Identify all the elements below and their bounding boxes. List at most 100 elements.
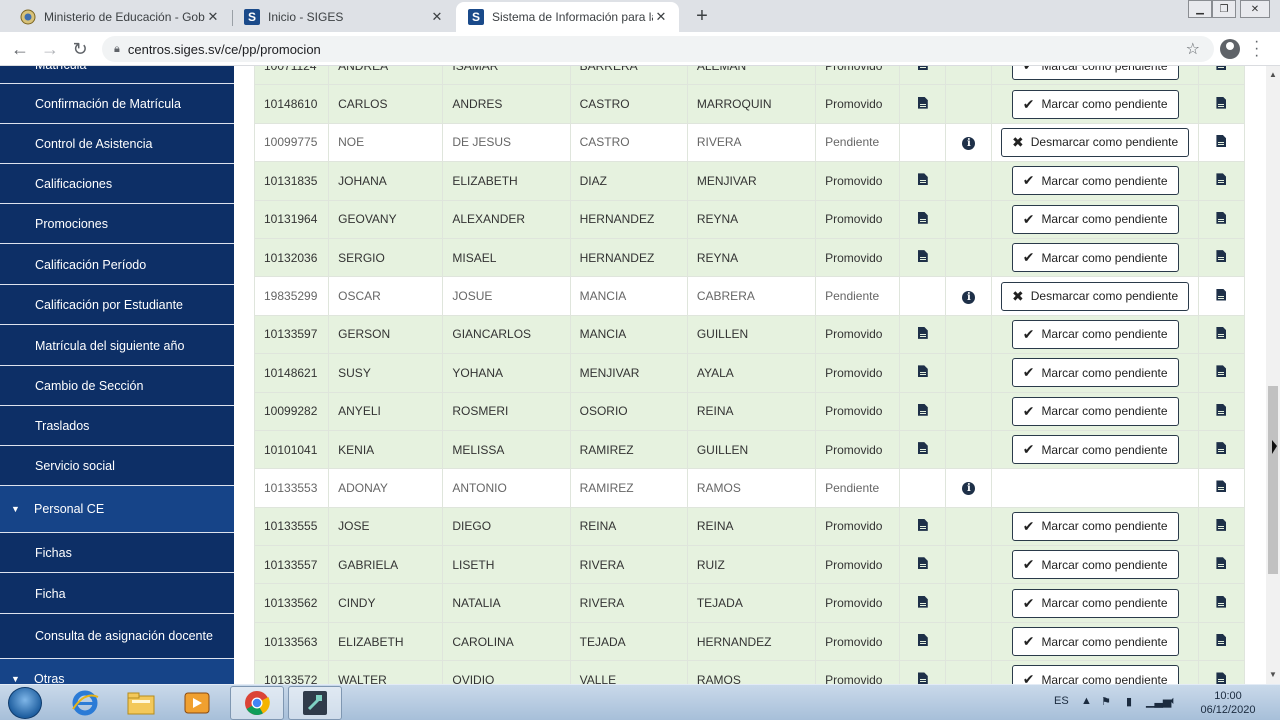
document-icon[interactable] <box>1216 288 1227 301</box>
mark-pending-button[interactable]: ✔ Marcar como pendiente <box>1011 550 1179 580</box>
reload-icon[interactable]: ↻ <box>68 37 92 61</box>
internet-explorer-icon[interactable] <box>58 686 112 720</box>
document-icon[interactable] <box>917 634 928 647</box>
sidebar-item-traslados[interactable]: Traslados <box>0 406 234 446</box>
sidebar-section-personal-ce[interactable]: ▼ Personal CE <box>0 486 234 533</box>
mark-pending-button[interactable]: ✔ Marcar como pendiente <box>1011 511 1179 541</box>
document-icon[interactable] <box>1216 634 1227 647</box>
document-icon[interactable] <box>917 211 928 224</box>
mark-pending-button[interactable]: ✔ Marcar como pendiente <box>1011 588 1179 618</box>
document-icon[interactable] <box>1216 518 1227 531</box>
document-icon[interactable] <box>1216 480 1227 493</box>
unmark-pending-button[interactable]: ✖ Desmarcar como pendiente <box>1001 281 1190 311</box>
mark-pending-button[interactable]: ✔ Marcar como pendiente <box>1011 435 1179 465</box>
mark-pending-button[interactable]: ✔ Marcar como pendiente <box>1011 358 1179 388</box>
document-icon[interactable] <box>917 595 928 608</box>
sidebar-item-consulta-de-asignacion-docente[interactable]: Consulta de asignación docente <box>0 614 234 659</box>
info-icon[interactable]: i <box>962 136 976 150</box>
volume-icon[interactable]: 🔈︎ <box>1170 695 1177 708</box>
mark-pending-button[interactable]: ✔ Marcar como pendiente <box>1011 89 1179 119</box>
back-icon[interactable]: ← <box>8 37 32 61</box>
tab-ministerio[interactable]: Ministerio de Educación - Gobier ✕ <box>8 2 231 32</box>
new-tab-button[interactable]: + <box>690 4 714 28</box>
document-icon[interactable] <box>917 442 928 455</box>
scroll-up-icon[interactable]: ▲ <box>1269 70 1277 79</box>
document-icon[interactable] <box>1216 595 1227 608</box>
document-icon[interactable] <box>917 66 928 71</box>
sidebar-item-servicio-social[interactable]: Servicio social <box>0 446 234 486</box>
document-icon[interactable] <box>917 326 928 339</box>
sidebar-item-promociones[interactable]: Promociones <box>0 204 234 244</box>
sidebar-item-control-de-asistencia[interactable]: Control de Asistencia <box>0 124 234 164</box>
tab-sistema-informacion[interactable]: S Sistema de Información para la G ✕ <box>456 2 679 32</box>
document-icon[interactable] <box>1216 96 1227 109</box>
mark-pending-button[interactable]: ✔ Marcar como pendiente <box>1011 66 1179 81</box>
document-icon[interactable] <box>917 403 928 416</box>
bookmark-star-icon[interactable]: ☆ <box>1186 39 1200 59</box>
menu-kebab-icon[interactable]: · · · <box>1254 34 1260 64</box>
mark-pending-button[interactable]: ✔ Marcar como pendiente <box>1011 627 1179 657</box>
document-icon[interactable] <box>917 557 928 570</box>
scroll-down-icon[interactable]: ▼ <box>1269 670 1277 679</box>
minimize-icon[interactable]: ▁ <box>1188 0 1212 18</box>
sidebar-item-cambio-de-seccion[interactable]: Cambio de Sección <box>0 366 234 406</box>
network-icon[interactable]: ▁▃▅ <box>1146 695 1171 708</box>
scrollbar-thumb[interactable] <box>1268 386 1278 574</box>
system-clock[interactable]: 10:00 06/12/2020 <box>1185 689 1271 717</box>
sidebar-item-confirmacion-de-matricula[interactable]: Confirmación de Matrícula <box>0 84 234 124</box>
document-icon[interactable] <box>1216 134 1227 147</box>
document-icon[interactable] <box>1216 173 1227 186</box>
restore-icon[interactable]: ❐ <box>1212 0 1236 18</box>
start-button[interactable] <box>8 687 42 719</box>
document-icon[interactable] <box>1216 250 1227 263</box>
info-icon[interactable]: i <box>962 290 976 304</box>
sidebar-item-fichas[interactable]: Fichas <box>0 533 234 573</box>
file-explorer-icon[interactable] <box>114 686 168 720</box>
document-icon[interactable] <box>1216 66 1227 71</box>
close-tab-icon[interactable]: ✕ <box>429 9 445 25</box>
mark-pending-button[interactable]: ✔ Marcar como pendiente <box>1011 166 1179 196</box>
mark-pending-button[interactable]: ✔ Marcar como pendiente <box>1011 396 1179 426</box>
document-icon[interactable] <box>1216 365 1227 378</box>
close-window-icon[interactable]: ✕ <box>1240 0 1270 18</box>
document-icon[interactable] <box>1216 211 1227 224</box>
page-scrollbar[interactable]: ▲ ▼ <box>1266 66 1280 684</box>
sidebar-item-matricula[interactable]: Matrícula <box>0 66 234 84</box>
chrome-icon[interactable] <box>230 686 284 720</box>
sidebar-section-otras[interactable]: ▼ Otras <box>0 659 234 684</box>
mark-pending-button[interactable]: ✔ Marcar como pendiente <box>1011 243 1179 273</box>
document-icon[interactable] <box>917 173 928 186</box>
mark-pending-button[interactable]: ✔ Marcar como pendiente <box>1011 204 1179 234</box>
sidebar-item-calificacion-por-estudiante[interactable]: Calificación por Estudiante <box>0 285 234 325</box>
unmark-pending-button[interactable]: ✖ Desmarcar como pendiente <box>1001 127 1190 157</box>
document-icon[interactable] <box>1216 557 1227 570</box>
sidebar-item-ficha[interactable]: Ficha <box>0 574 234 614</box>
document-icon[interactable] <box>1216 672 1227 684</box>
show-hidden-icons[interactable]: ▲ <box>1081 695 1092 707</box>
document-icon[interactable] <box>1216 442 1227 455</box>
language-indicator[interactable]: ES <box>1054 695 1069 707</box>
document-icon[interactable] <box>917 365 928 378</box>
document-icon[interactable] <box>917 250 928 263</box>
battery-icon[interactable]: ▮ <box>1126 695 1132 708</box>
document-icon[interactable] <box>1216 403 1227 416</box>
document-icon[interactable] <box>1216 326 1227 339</box>
mark-pending-button[interactable]: ✔ Marcar como pendiente <box>1011 319 1179 349</box>
info-icon[interactable]: i <box>962 482 976 496</box>
action-center-icon[interactable]: ⚑ <box>1101 695 1111 708</box>
close-tab-icon[interactable]: ✕ <box>653 9 669 25</box>
tab-inicio-siges[interactable]: S Inicio - SIGES ✕ <box>232 2 455 32</box>
document-icon[interactable] <box>917 96 928 109</box>
sidebar-item-matricula-del-siguiente-ano[interactable]: Matrícula del siguiente año <box>0 326 234 366</box>
sidebar-item-calificacion-periodo[interactable]: Calificación Período <box>0 245 234 285</box>
close-tab-icon[interactable]: ✕ <box>205 9 221 25</box>
mark-pending-button[interactable]: ✔ Marcar como pendiente <box>1011 665 1179 684</box>
document-icon[interactable] <box>917 518 928 531</box>
media-player-icon[interactable] <box>170 686 224 720</box>
app-icon[interactable] <box>288 686 342 720</box>
account-icon[interactable] <box>1220 39 1240 59</box>
document-icon[interactable] <box>917 672 928 684</box>
sidebar-item-calificaciones[interactable]: Calificaciones <box>0 164 234 204</box>
address-bar[interactable]: 🔒︎ centros.siges.sv/ce/pp/promocion ☆ <box>102 36 1214 62</box>
forward-icon[interactable]: → <box>38 37 62 61</box>
